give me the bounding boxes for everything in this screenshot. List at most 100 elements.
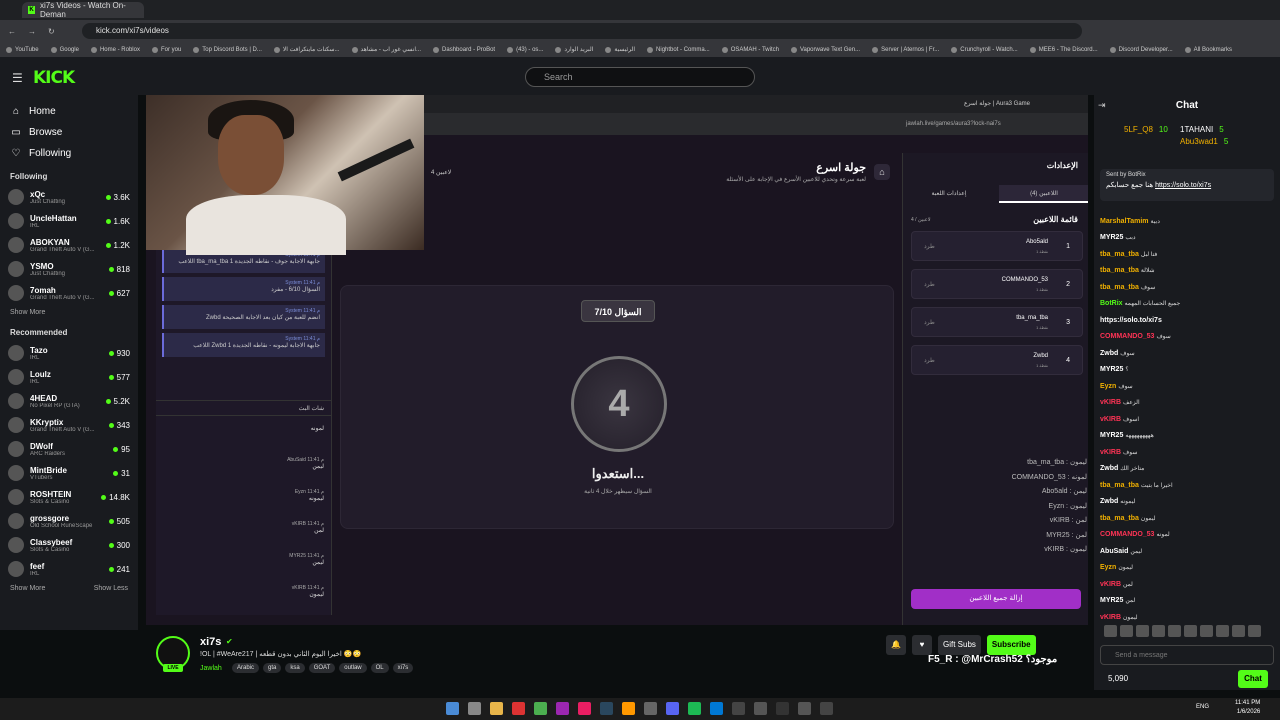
channel-item[interactable]: Classybeef Slots & Casino 300 — [0, 533, 138, 557]
start-icon[interactable] — [446, 702, 459, 715]
pinned-link[interactable]: https://solo.to/xi7s — [1155, 182, 1211, 189]
chat-username[interactable]: Zwbd — [1100, 350, 1118, 357]
chat-username[interactable]: COMMANDO_53 — [1100, 333, 1154, 340]
show-more-link[interactable]: Show More — [10, 585, 45, 592]
chat-username[interactable]: https://solo.to/xi7s — [1100, 317, 1162, 324]
bookmark-item[interactable]: YouTube — [6, 47, 39, 53]
emote-icon[interactable] — [1200, 625, 1213, 637]
spotify-icon[interactable] — [688, 702, 701, 715]
chat-username[interactable]: vKIRB — [1100, 614, 1121, 621]
stream-tag[interactable]: OL — [370, 663, 389, 673]
kick-player-button[interactable]: طرد — [924, 243, 935, 250]
chat-username[interactable]: Zwbd — [1100, 465, 1118, 472]
bookmark-item[interactable]: For you — [152, 47, 181, 53]
bookmark-item[interactable]: Top Discord Bots | D... — [193, 47, 262, 53]
system-clock[interactable]: 11:41 PM 1/6/2026 — [1235, 699, 1260, 717]
app-icon[interactable] — [578, 702, 591, 715]
emote-icon[interactable] — [1168, 625, 1181, 637]
app-icon[interactable] — [644, 702, 657, 715]
tab-players[interactable]: اللاعبين (4) — [999, 185, 1088, 203]
home-icon[interactable]: ⌂ — [874, 164, 890, 180]
url-field[interactable]: kick.com/xi7s/videos — [82, 23, 1082, 39]
subscribe-button[interactable]: Subscribe — [986, 635, 1036, 655]
back-icon[interactable]: ← — [8, 27, 16, 36]
app-icon[interactable] — [754, 702, 767, 715]
forward-icon[interactable]: → — [28, 27, 36, 36]
bookmark-item[interactable]: Discord Developer... — [1110, 47, 1173, 53]
stream-tag[interactable]: gta — [263, 663, 282, 673]
channel-item[interactable]: 7omah Grand Theft Auto V (G... 627 — [0, 281, 138, 305]
app-icon[interactable] — [820, 702, 833, 715]
emote-icon[interactable] — [1120, 625, 1133, 637]
show-more-link[interactable]: Show More — [10, 309, 45, 316]
emote-icon[interactable] — [1152, 625, 1165, 637]
chat-username[interactable]: MarshalTamim — [1100, 218, 1149, 225]
chat-username[interactable]: vKIRB — [1100, 581, 1121, 588]
chat-username[interactable]: MYR25 — [1100, 597, 1123, 604]
channel-item[interactable]: 4HEAD No Pixel RP (GTA) 5.2K — [0, 389, 138, 413]
notifications-bell-icon[interactable]: 🔔 — [886, 635, 906, 655]
nav-item-browse[interactable]: ▭ Browse — [0, 122, 138, 143]
chat-username[interactable]: tba_ma_tba — [1100, 267, 1139, 274]
emote-icon[interactable] — [1104, 625, 1117, 637]
chat-send-button[interactable]: Chat — [1238, 670, 1268, 688]
channel-points[interactable]: 5,090 — [1108, 674, 1128, 683]
stream-tag[interactable]: Arabic — [232, 663, 260, 673]
gift-subs-button[interactable]: Gift Subs — [938, 635, 981, 655]
bookmark-item[interactable]: Crunchyroll - Watch... — [951, 47, 1017, 53]
chrome-icon[interactable] — [534, 702, 547, 715]
bookmark-item[interactable]: البريد الوارد — [555, 46, 593, 53]
channel-item[interactable]: DWolf ARC Raiders 95 — [0, 437, 138, 461]
chat-username[interactable]: Eyzn — [1100, 564, 1116, 571]
follow-heart-icon[interactable]: ♥ — [912, 635, 932, 655]
reload-icon[interactable]: ↻ — [48, 27, 55, 36]
nav-item-home[interactable]: ⌂ Home — [0, 101, 138, 122]
chat-input[interactable]: Send a message — [1100, 645, 1274, 665]
tab-game-settings[interactable]: إعدادات اللعبة — [903, 185, 995, 203]
chat-username[interactable]: MYR25 — [1100, 432, 1123, 439]
chat-username[interactable]: vKIRB — [1100, 449, 1121, 456]
stream-tag[interactable]: GOAT — [308, 663, 336, 673]
streamer-name[interactable]: xi7s — [200, 636, 221, 648]
nav-item-following[interactable]: ♡ Following — [0, 143, 138, 164]
channel-item[interactable]: grossgore Old School RuneScape 505 — [0, 509, 138, 533]
chat-username[interactable]: vKIRB — [1100, 399, 1121, 406]
kick-logo[interactable]: KICK — [33, 68, 75, 88]
search-input[interactable]: Search — [525, 67, 755, 87]
channel-item[interactable]: UncleHattan IRL 1.6K — [0, 209, 138, 233]
app-icon[interactable] — [512, 702, 525, 715]
bookmark-item[interactable]: (43) - os... — [507, 47, 543, 53]
chat-username[interactable]: tba_ma_tba — [1100, 482, 1139, 489]
bookmark-item[interactable]: OSAMAH - Twitch — [722, 47, 779, 53]
stream-tag[interactable]: ksa — [285, 663, 305, 673]
bookmark-item[interactable]: Nightbot - Comma... — [647, 47, 710, 53]
channel-item[interactable]: xQc Just Chatting 3.6K — [0, 185, 138, 209]
emote-icon[interactable] — [1216, 625, 1229, 637]
stream-tag[interactable]: outlaw — [339, 663, 367, 673]
chat-username[interactable]: Zwbd — [1100, 498, 1118, 505]
app-icon[interactable] — [666, 702, 679, 715]
remove-all-players-button[interactable]: إزالة جميع اللاعبين — [911, 589, 1081, 609]
folder-icon[interactable] — [490, 702, 503, 715]
app-icon[interactable] — [732, 702, 745, 715]
show-less-link[interactable]: Show Less — [94, 585, 128, 592]
bookmark-item[interactable]: الرئيسية — [605, 46, 635, 53]
bookmark-item[interactable]: MEE6 - The Discord... — [1030, 47, 1098, 53]
language-indicator[interactable]: ENG — [1196, 704, 1209, 710]
emote-icon[interactable] — [1184, 625, 1197, 637]
emote-icon[interactable] — [1248, 625, 1261, 637]
app-icon[interactable] — [622, 702, 635, 715]
bookmark-item[interactable]: Server | Aternos | Fr... — [872, 47, 939, 53]
chat-username[interactable]: vKIRB — [1100, 416, 1121, 423]
bookmark-item[interactable]: Dashboard - ProBot — [433, 47, 495, 53]
chat-username[interactable]: Eyzn — [1100, 383, 1116, 390]
search-icon[interactable] — [468, 702, 481, 715]
browser-tab[interactable]: K xi7s Videos - Watch On-Deman — [22, 1, 144, 19]
chat-username[interactable]: COMMANDO_53 — [1100, 531, 1154, 538]
bookmark-item[interactable]: Google — [51, 47, 79, 53]
channel-item[interactable]: MintBride VTubers 31 — [0, 461, 138, 485]
app-icon[interactable] — [556, 702, 569, 715]
emote-icon[interactable] — [1136, 625, 1149, 637]
menu-icon[interactable]: ☰ — [12, 71, 23, 85]
emote-icon[interactable] — [1232, 625, 1245, 637]
